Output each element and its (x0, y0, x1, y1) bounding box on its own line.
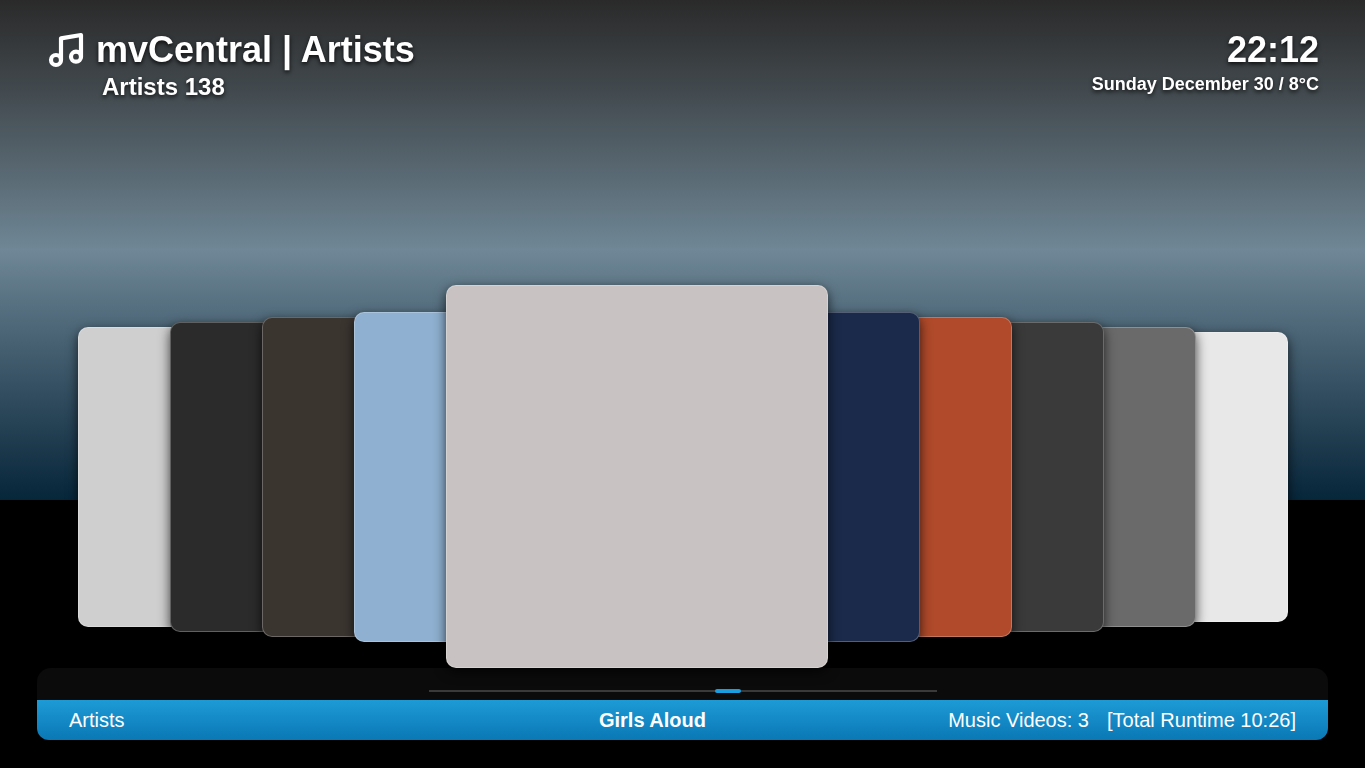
header: mvCentral | ArtistsArtists 138 22:12Sunda… (0, 0, 1365, 285)
clock-time: 22:12 (1227, 28, 1319, 72)
view-label: Artists (69, 705, 369, 735)
total-runtime: [Total Runtime 10:26] (1107, 705, 1296, 735)
selected-artist-name: Girls Aloud (599, 705, 706, 735)
video-count: Music Videos: 3 (948, 705, 1089, 735)
coverflow[interactable] (0, 285, 1365, 668)
footer: Artists Girls Aloud Music Videos: 3 [Total … (37, 668, 1328, 740)
selected-artist-cover[interactable] (446, 285, 828, 668)
mvcentral-screen: mvCentral | ArtistsArtists 138 22:12Sunda… (0, 0, 1365, 768)
page-title: mvCentral | Artists (96, 28, 415, 72)
scroll-panel (37, 668, 1328, 700)
scroll-thumb[interactable] (715, 689, 741, 693)
video-info: Music Videos: 3 [Total Runtime 10:26] (936, 705, 1296, 735)
scroll-track[interactable] (429, 690, 937, 692)
date-weather: Sunday December 30 / 8°C (1092, 72, 1319, 96)
music-note-icon (46, 30, 86, 70)
artist-count: Artists 138 (102, 72, 415, 102)
clock-block: 22:12Sunday December 30 / 8°C (1092, 28, 1319, 285)
status-bar: Artists Girls Aloud Music Videos: 3 [Total … (37, 700, 1328, 740)
title-block: mvCentral | ArtistsArtists 138 (46, 28, 415, 285)
